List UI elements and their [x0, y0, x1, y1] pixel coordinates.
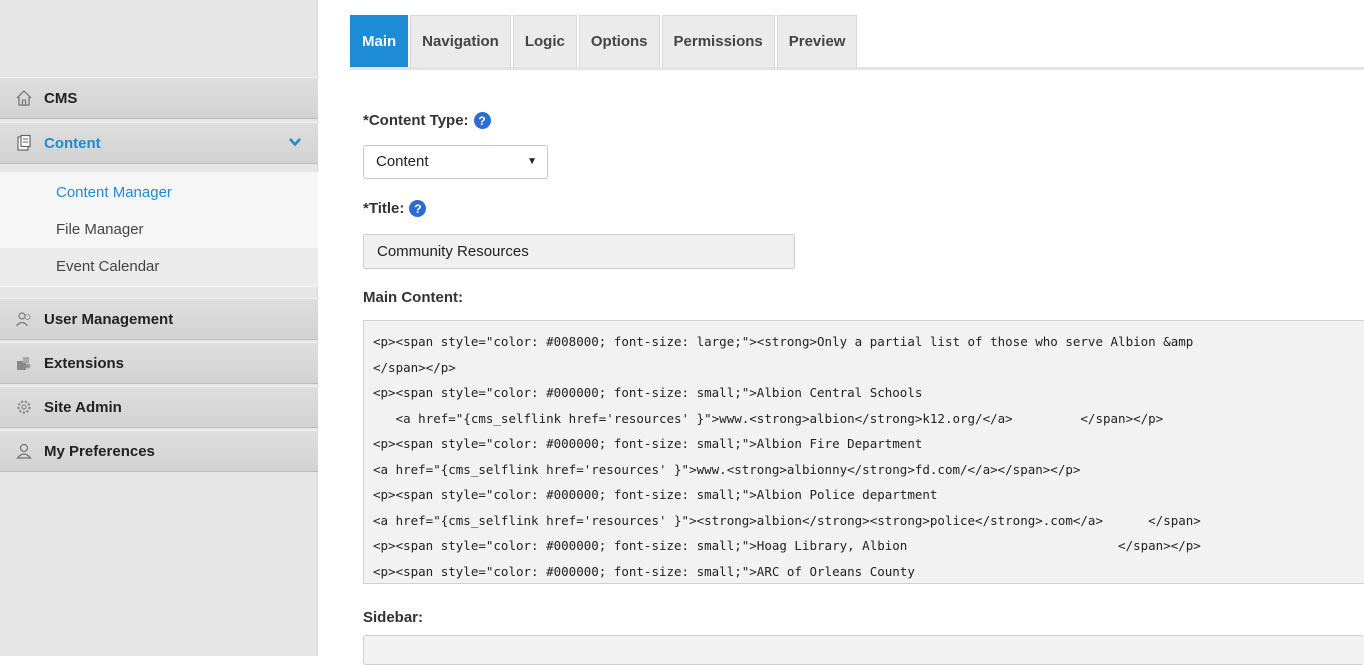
code-line: <p><span style="color: #000000; font-siz… — [373, 385, 923, 400]
gear-icon — [14, 397, 34, 417]
title-label-text: *Title: — [363, 200, 405, 217]
nav-item-cms[interactable]: CMS — [0, 77, 318, 119]
content-type-value: Content — [376, 153, 429, 170]
submenu-item-event-calendar[interactable]: Event Calendar — [0, 248, 318, 286]
tab-permissions[interactable]: Permissions — [661, 15, 775, 68]
code-line: <p><span style="color: #000000; font-siz… — [373, 487, 938, 502]
user-icon — [14, 441, 34, 461]
nav-item-label: Site Admin — [44, 398, 122, 416]
nav-item-content[interactable]: Content — [0, 122, 318, 164]
main-content-label: Main Content: — [363, 289, 463, 306]
code-line: <p><span style="color: #000000; font-siz… — [373, 538, 1201, 553]
nav-item-label: Extensions — [44, 354, 125, 372]
tab-underline — [350, 67, 1364, 70]
home-icon — [14, 88, 34, 108]
tab-navigation[interactable]: Navigation — [410, 15, 511, 68]
main-panel: Main Navigation Logic Options Permission… — [318, 0, 1364, 665]
users-icon — [14, 309, 34, 329]
submenu-item-file-manager[interactable]: File Manager — [0, 211, 318, 249]
nav-item-label: My Preferences — [44, 442, 155, 460]
help-icon[interactable]: ? — [409, 200, 427, 217]
code-line: <a href="{cms_selflink href='resources' … — [373, 461, 1081, 477]
sidebar-editor[interactable] — [363, 635, 1364, 665]
tab-options[interactable]: Options — [578, 15, 660, 68]
code-line: <a href="{cms_selflink href='resources' … — [373, 410, 1164, 426]
tab-bar: Main Navigation Logic Options Permission… — [350, 15, 859, 68]
sidebar: CMS Content Content Manager File Manager… — [0, 0, 318, 656]
nav-item-label: Content — [44, 134, 101, 152]
content-submenu: Content Manager File Manager Event Calen… — [0, 172, 318, 287]
title-label: *Title: ? — [363, 200, 427, 217]
document-icon — [14, 133, 34, 153]
submenu-item-content-manager[interactable]: Content Manager — [0, 174, 318, 212]
dropdown-arrow-icon: ▼ — [527, 156, 537, 167]
help-icon[interactable]: ? — [473, 112, 491, 129]
code-line: <p><span style="color: #000000; font-siz… — [373, 563, 915, 579]
content-type-label-text: *Content Type: — [363, 112, 469, 129]
code-line: <p><span style="color: #000000; font-siz… — [373, 436, 923, 451]
nav-item-user-management[interactable]: User Management — [0, 298, 318, 340]
code-line: </span></p> — [373, 359, 456, 375]
content-type-select[interactable]: Content ▼ — [363, 145, 548, 179]
chevron-down-icon — [288, 135, 302, 152]
code-line: <p><span style="color: #008000; font-siz… — [373, 334, 1194, 349]
nav-item-label: CMS — [44, 89, 78, 107]
nav-item-label: User Management — [44, 310, 174, 328]
puzzle-icon — [14, 353, 34, 373]
tab-preview[interactable]: Preview — [776, 15, 858, 68]
nav-item-site-admin[interactable]: Site Admin — [0, 386, 318, 428]
tab-logic[interactable]: Logic — [512, 15, 577, 68]
title-input[interactable]: Community Resources — [363, 234, 795, 269]
nav-item-my-preferences[interactable]: My Preferences — [0, 430, 318, 472]
tab-main[interactable]: Main — [350, 15, 409, 68]
code-line: <a href="{cms_selflink href='resources' … — [373, 512, 1201, 528]
content-type-label: *Content Type: ? — [363, 112, 491, 129]
nav-item-extensions[interactable]: Extensions — [0, 342, 318, 384]
main-content-editor[interactable]: <p><span style="color: #008000; font-siz… — [363, 320, 1364, 584]
sidebar-label: Sidebar: — [363, 609, 424, 626]
